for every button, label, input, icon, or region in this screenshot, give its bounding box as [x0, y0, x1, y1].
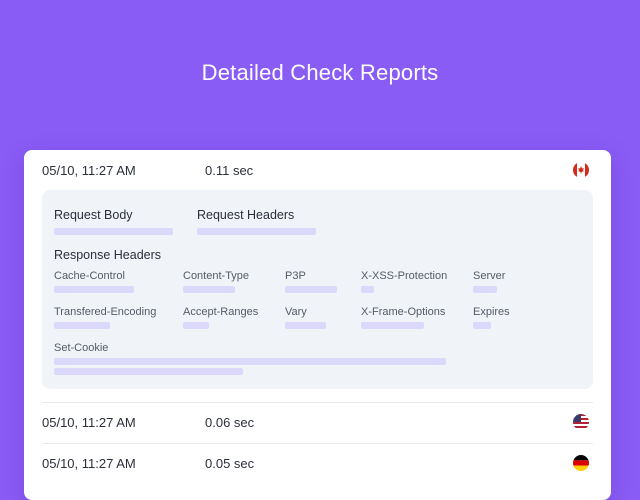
- header-value-placeholder: [183, 322, 209, 329]
- request-headers-placeholder: [197, 228, 316, 235]
- request-body-placeholder: [54, 228, 173, 235]
- check-detail-panel: Request Body Request Headers Response He…: [42, 190, 593, 389]
- header-value-placeholder: [183, 286, 235, 293]
- germany-flag-icon: [573, 455, 589, 471]
- check-time: 05/10, 11:27 AM: [42, 415, 136, 430]
- header-key: Vary: [285, 306, 307, 318]
- page-title: Detailed Check Reports: [201, 60, 439, 85]
- check-time: 05/10, 11:27 AM: [42, 456, 136, 471]
- header-value-placeholder: [361, 322, 424, 329]
- check-duration: 0.05 sec: [205, 456, 255, 471]
- header-value-placeholder: [285, 322, 326, 329]
- header-value-placeholder: [285, 286, 337, 293]
- header-value-placeholder: [54, 368, 243, 375]
- header-key: Server: [473, 270, 506, 282]
- header-key: Set-Cookie: [54, 342, 109, 354]
- header-value-placeholder: [54, 322, 110, 329]
- canada-flag-icon: [573, 162, 589, 178]
- header-key: Transfered-Encoding: [54, 306, 157, 318]
- header-key: Cache-Control: [54, 270, 125, 282]
- header-value-placeholder: [54, 286, 134, 293]
- usa-flag-icon: [573, 414, 589, 430]
- check-reports-card: 05/10, 11:27 AM 0.11 sec Request Body Re…: [24, 150, 611, 500]
- header-value-placeholder: [361, 286, 374, 293]
- header-value-placeholder: [473, 322, 491, 329]
- header-key: Content-Type: [183, 270, 250, 282]
- check-duration: 0.06 sec: [205, 415, 255, 430]
- header-key: Expires: [473, 306, 510, 318]
- check-row[interactable]: 05/10, 11:27 AM 0.06 sec: [42, 402, 593, 442]
- check-time: 05/10, 11:27 AM: [42, 163, 136, 178]
- header-value-placeholder: [54, 358, 446, 365]
- header-value-placeholder: [473, 286, 497, 293]
- header-key: P3P: [285, 270, 306, 282]
- response-headers-label: Response Headers: [54, 248, 162, 262]
- check-row[interactable]: 05/10, 11:27 AM 0.11 sec: [42, 150, 593, 190]
- header-key: X-XSS-Protection: [361, 270, 448, 282]
- request-headers-label: Request Headers: [197, 208, 295, 222]
- check-row[interactable]: 05/10, 11:27 AM 0.05 sec: [42, 443, 593, 483]
- header-key: X-Frame-Options: [361, 306, 446, 318]
- header-key: Accept-Ranges: [183, 306, 259, 318]
- check-duration: 0.11 sec: [205, 163, 254, 178]
- request-body-label: Request Body: [54, 208, 133, 222]
